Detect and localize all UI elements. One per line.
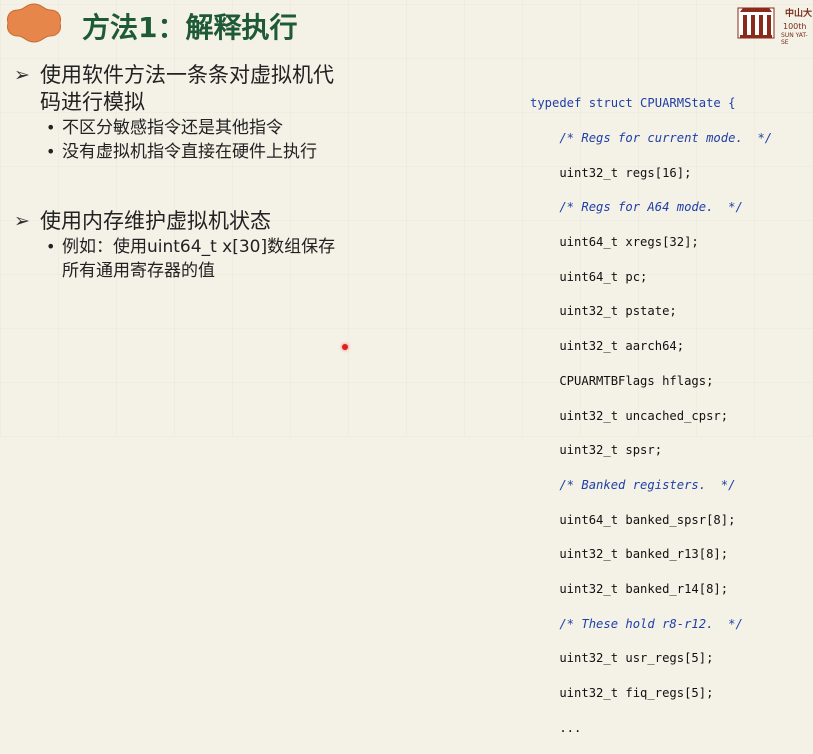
code-line: uint32_t fiq_regs[5]; (530, 686, 714, 701)
bullet-list: ➢ 使用软件方法一条条对虚拟机代 码进行模拟 • 不区分敏感指令还是其他指令 •… (14, 62, 414, 283)
dot-bullet-icon: • (46, 142, 56, 161)
logo-name-cn: 中山大 (785, 9, 813, 19)
code-line: uint64_t banked_spsr[8]; (530, 512, 736, 527)
code-comment: /* Regs for current mode. */ (530, 131, 773, 146)
code-line: typedef struct CPUARMState { (530, 96, 736, 111)
arrow-bullet-icon: ➢ (14, 210, 30, 232)
bullet-text: 使用内存维护虚拟机状态 (40, 209, 271, 233)
code-line: uint32_t banked_r13[8]; (530, 547, 729, 562)
page-title: 方法1：解释执行 (82, 11, 298, 44)
bullet-text-line2: 码进行模拟 (40, 90, 145, 114)
sub-bullet-no-hardware-exec: • 没有虚拟机指令直接在硬件上执行 (14, 140, 414, 164)
code-line: uint32_t usr_regs[5]; (530, 651, 714, 666)
bullet-memory-state: ➢ 使用内存维护虚拟机状态 (14, 208, 414, 235)
sub-bullet-no-distinction: • 不区分敏感指令还是其他指令 (14, 116, 414, 140)
code-block: typedef struct CPUARMState { /* Regs for… (530, 78, 772, 754)
code-line: uint32_t pstate; (530, 304, 677, 319)
sub-bullet-text-line2: 所有通用寄存器的值 (62, 261, 215, 281)
code-line: uint32_t regs[16]; (530, 165, 692, 180)
bullet-text-line1: 使用软件方法一条条对虚拟机代 (40, 63, 334, 87)
dot-bullet-icon: • (46, 237, 56, 256)
dot-bullet-icon: • (46, 118, 56, 137)
code-comment: /* Regs for A64 mode. */ (530, 200, 743, 215)
title-bar: 方法1：解释执行 中山大 100th SUN YAT-SE (0, 0, 813, 52)
ornate-emblem-icon (7, 3, 61, 43)
code-line: CPUARMTBFlags hflags; (530, 373, 714, 388)
code-line: uint64_t pc; (530, 269, 648, 284)
code-line: uint32_t uncached_cpsr; (530, 408, 729, 423)
sub-bullet-text: 没有虚拟机指令直接在硬件上执行 (62, 142, 317, 162)
logo-name-en: SUN YAT-SE (781, 32, 808, 46)
code-comment: /* These hold r8-r12. */ (530, 616, 743, 631)
sub-bullet-text-line1: 例如：使用uint64_t x[30]数组保存 (62, 237, 336, 257)
sub-bullet-text: 不区分敏感指令还是其他指令 (62, 118, 283, 138)
code-line: uint32_t spsr; (530, 443, 663, 458)
logo-year: 100th (783, 22, 807, 31)
red-laser-pointer-dot (342, 344, 348, 350)
arrow-bullet-icon: ➢ (14, 64, 30, 86)
code-comment: /* Banked registers. */ (530, 477, 736, 492)
code-line: uint32_t banked_r14[8]; (530, 581, 729, 596)
code-line: uint32_t aarch64; (530, 339, 685, 354)
code-ellipsis: ... (530, 720, 582, 735)
code-line: uint64_t xregs[32]; (530, 235, 699, 250)
sub-bullet-example: • 例如：使用uint64_t x[30]数组保存 所有通用寄存器的值 (14, 235, 414, 283)
bullet-software-emulation: ➢ 使用软件方法一条条对虚拟机代 码进行模拟 (14, 62, 414, 116)
